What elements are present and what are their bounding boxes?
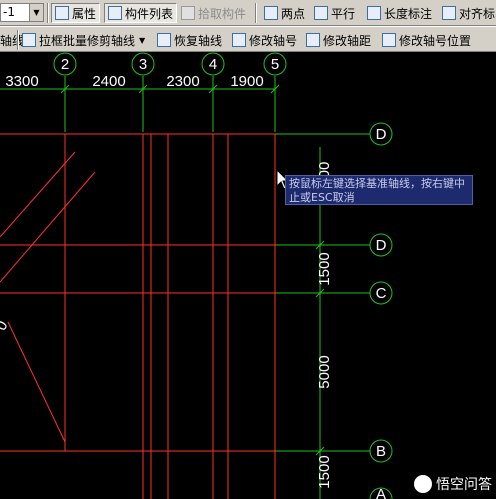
modify-axis-number-button[interactable]: 修改轴号 <box>232 30 297 50</box>
trim-icon <box>22 33 36 47</box>
dimension-labels: 3300 2400 2300 1900 00 1500 5000 1500 0 <box>0 73 333 489</box>
properties-label: 属性 <box>72 6 97 21</box>
modify-axis-number-position-label: 修改轴号位置 <box>399 33 472 48</box>
tooltip: 按鼠标左键选择基准轴线，按右键中止或ESC取消 <box>285 175 473 205</box>
dimension-label: 2300 <box>166 73 199 90</box>
axis-letter-label: D <box>376 237 387 254</box>
parallel-button[interactable]: 平行 <box>314 3 355 23</box>
dimension-label: 3300 <box>5 73 38 90</box>
toolbar-separator <box>47 3 49 23</box>
axis-labels: 2 3 4 5 D D C B A <box>61 56 387 499</box>
restore-icon <box>157 33 171 47</box>
dimension-label: 5000 <box>316 355 333 388</box>
floor-combo[interactable]: -1 ▼ <box>0 3 44 22</box>
component-list-label: 构件列表 <box>125 6 174 21</box>
properties-icon <box>55 6 69 20</box>
axis-toolbar: 轴线 拉框批量修剪轴线 ▼ 恢复轴线 修改轴号 修改轴距 修改轴号位置 <box>0 26 496 52</box>
edit-spacing-icon <box>306 33 320 47</box>
toolbar-separator <box>17 30 19 50</box>
position-icon <box>382 33 396 47</box>
modify-axis-number-position-button[interactable]: 修改轴号位置 <box>382 30 471 50</box>
axis-number-label: 2 <box>61 56 69 73</box>
axis-letter-label: C <box>376 285 387 302</box>
restore-axis-button[interactable]: 恢复轴线 <box>157 30 222 50</box>
restore-axis-label: 恢复轴线 <box>174 33 223 48</box>
axis-letter-label: B <box>376 443 386 460</box>
align-dimension-button[interactable]: 对齐标 <box>442 3 495 23</box>
axis-partial-button[interactable]: 轴线 <box>0 30 24 50</box>
parallel-icon <box>314 6 328 20</box>
pick-icon <box>181 6 195 20</box>
modify-axis-spacing-button[interactable]: 修改轴距 <box>306 30 371 50</box>
axis-letter-label: D <box>376 126 387 143</box>
edit-number-icon <box>232 33 246 47</box>
two-points-button[interactable]: 两点 <box>264 3 305 23</box>
axis-number-label: 4 <box>209 56 217 73</box>
watermark: 悟空问答 <box>414 474 492 494</box>
parallel-label: 平行 <box>331 6 356 21</box>
component-list-button[interactable]: 构件列表 <box>104 3 178 23</box>
dimension-label: 1500 <box>316 455 333 488</box>
modify-axis-number-label: 修改轴号 <box>249 33 298 48</box>
axis-number-label: 5 <box>271 56 279 73</box>
list-icon <box>108 6 122 20</box>
two-points-icon <box>264 6 278 20</box>
align-icon <box>442 6 456 20</box>
length-dimension-button[interactable]: 长度标注 <box>367 3 432 23</box>
pick-component-label: 拾取构件 <box>198 6 247 21</box>
two-points-label: 两点 <box>281 6 306 21</box>
chevron-down-icon[interactable]: ▼ <box>139 36 145 45</box>
left-fragment-label: 0 <box>0 318 12 334</box>
main-toolbar: -1 ▼ 属性 构件列表 拾取构件 两点 平行 长度标注 对齐标 <box>0 0 496 26</box>
dimension-label: 1900 <box>230 73 263 90</box>
axis-grid-lines <box>0 133 276 499</box>
dimension-label: 1500 <box>316 252 333 285</box>
box-trim-axis-button[interactable]: 拉框批量修剪轴线 ▼ <box>22 30 145 50</box>
pick-component-button[interactable]: 拾取构件 <box>181 3 246 23</box>
modify-axis-spacing-label: 修改轴距 <box>323 33 372 48</box>
box-trim-axis-label: 拉框批量修剪轴线 <box>39 33 136 48</box>
chevron-down-icon[interactable]: ▼ <box>29 4 43 21</box>
length-dimension-label: 长度标注 <box>384 6 433 21</box>
axis-number-label: 3 <box>139 56 147 73</box>
toolbar-separator <box>255 3 257 23</box>
dimension-icon <box>367 6 381 20</box>
drawing-canvas[interactable]: 2 3 4 5 D D C B A 3300 2400 2300 1900 00… <box>0 52 496 499</box>
dimension-lines <box>0 76 370 499</box>
watermark-label: 悟空问答 <box>436 477 492 493</box>
top-axis-bubbles <box>53 52 287 76</box>
floor-combo-value: -1 <box>3 5 15 19</box>
wukong-logo-icon <box>414 475 432 493</box>
axis-partial-label: 轴线 <box>0 33 25 48</box>
axis-letter-label: A <box>376 486 386 499</box>
dimension-ticks <box>60 84 325 456</box>
properties-button[interactable]: 属性 <box>51 3 101 23</box>
dimension-label: 2400 <box>92 73 125 90</box>
align-label: 对齐标 <box>459 6 496 21</box>
